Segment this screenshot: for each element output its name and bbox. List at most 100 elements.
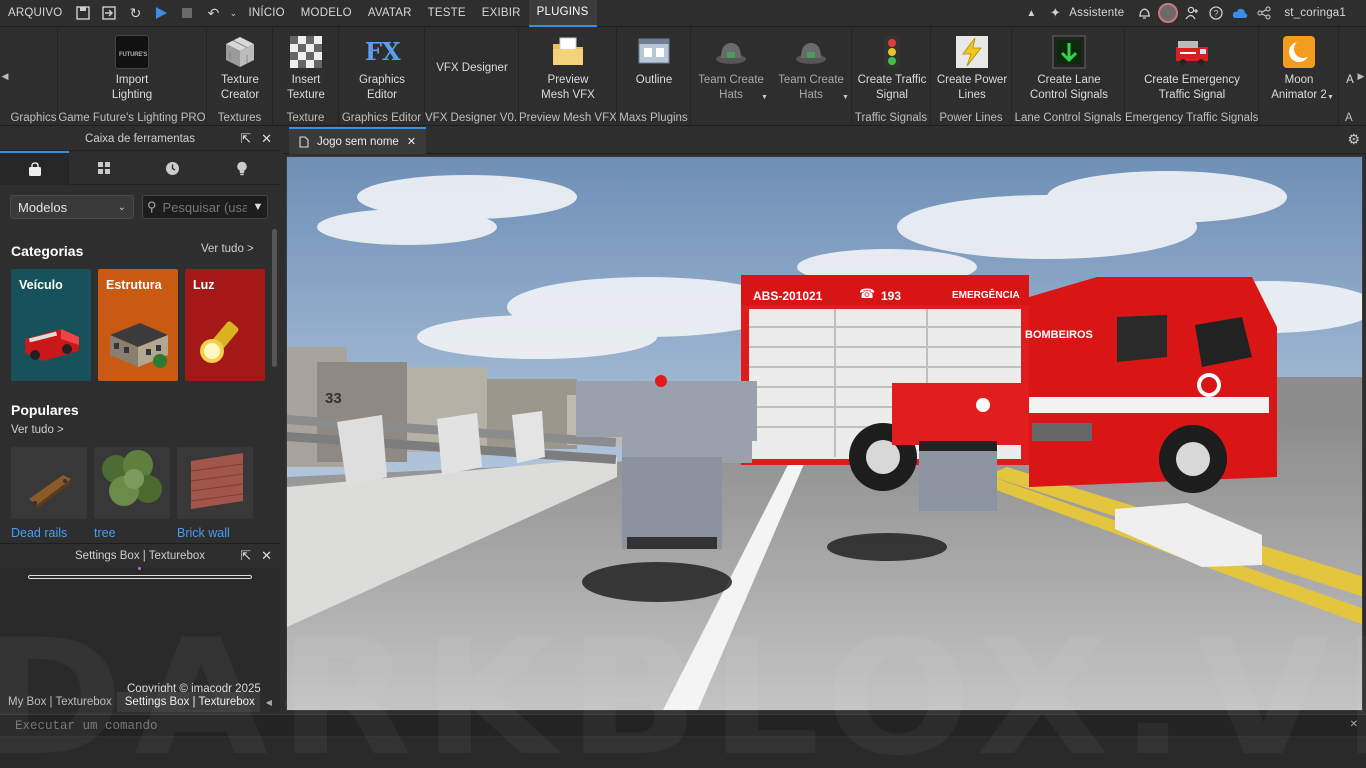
menu-tab-inicio[interactable]: INÍCIO [240,0,292,27]
tool-label: Create Lane Control Signals [1030,74,1108,101]
outline-window-icon [637,35,671,69]
close-icon[interactable]: ✕ [261,127,272,151]
close-tab-icon[interactable]: ✕ [407,135,416,148]
menu-tab-plugins[interactable]: PLUGINS [528,0,597,27]
close-icon[interactable]: ✕ [261,544,272,568]
tab-inventory[interactable] [69,151,138,185]
filter-icon[interactable]: ▼ [253,201,264,213]
tab-scroll-left-icon[interactable]: ◀ [266,698,272,707]
group-label: Graphics Editor [341,112,422,124]
popular-see-all-link[interactable]: Ver tudo > [11,424,64,436]
outline-button[interactable]: Outline [624,35,684,88]
undo-icon[interactable]: ↶ [200,0,226,27]
fire-truck-thumbnail [25,329,79,361]
notification-bell-icon[interactable] [1132,0,1156,27]
clock-icon [166,161,179,175]
tab-my-box[interactable]: My Box | Texturebox [0,692,117,712]
vfx-designer-button[interactable]: VFX Designer [429,61,515,76]
create-traffic-signal-button[interactable]: Create Traffic Signal [854,35,930,103]
search-box[interactable]: ⚲ ▼ [142,195,268,219]
cloud-icon[interactable] [1228,0,1252,27]
insert-texture-button[interactable]: Insert Texture [276,35,336,103]
create-emergency-traffic-signal-button[interactable]: Create Emergency Traffic Signal [1132,35,1252,103]
group-label: Power Lines [939,112,1003,124]
dropdown-caret-icon[interactable]: ▼ [761,94,768,101]
tool-label: Create Traffic Signal [857,74,927,101]
username-label[interactable]: st_coringa1 [1276,0,1354,27]
import-lighting-button[interactable]: FUTURE'S Import Lighting [92,35,172,103]
undock-icon[interactable]: ⇱ [240,544,251,568]
team-create-hats-button[interactable]: Team Create Hats [695,35,767,103]
menu-tab-exibir[interactable]: EXIBIR [474,0,529,27]
create-power-lines-button[interactable]: Create Power Lines [933,35,1011,103]
category-card-veiculo[interactable]: Veículo [11,269,91,381]
cube-icon [223,35,257,69]
stop-icon[interactable] [174,0,200,27]
settings-slider[interactable] [28,575,252,579]
menu-tab-teste[interactable]: TESTE [420,0,474,27]
tab-jogo-sem-nome[interactable]: Jogo sem nome ✕ [289,127,427,154]
texture-creator-button[interactable]: Texture Creator [210,35,270,103]
tab-creations[interactable] [207,151,276,185]
3d-viewport[interactable]: 33 ABS-201021 ☎ 193 EMERGÊNCIA BOMBEIROS [286,156,1363,711]
toolbox-title: Caixa de ferramentas [85,133,195,145]
group-overflow: A A [1339,27,1356,126]
ribbon-scroll-left-icon[interactable]: ◀ [0,27,10,126]
settings-title: Settings Box | Texturebox [75,550,205,562]
item-label: Dead rails [11,526,68,540]
collapse-ribbon-icon[interactable]: ▲ [1019,0,1043,27]
tool-label: Outline [635,74,673,86]
lightning-icon [955,35,989,69]
group-maxs-plugins: Outline Maxs Plugins [617,27,691,126]
team-create-hats-button-2[interactable]: Team Create Hats [775,35,847,103]
categories-title: Categorias [11,243,84,259]
gear-icon[interactable]: ⚙ [1347,131,1360,148]
moon-animator-button[interactable]: Moon Animator 2 [1265,35,1333,103]
avatar[interactable] [1156,0,1180,27]
more-chevron-icon[interactable]: ⌄ [226,0,240,27]
category-card-estrutura[interactable]: Estrutura [98,269,178,381]
group-label: Texture [286,112,325,124]
chevron-down-icon: ⌄ [117,201,126,213]
document-tabs: Jogo sem nome ✕ ⚙ [283,127,1366,154]
file-menu[interactable]: ARQUIVO [0,0,70,27]
publish-icon[interactable] [96,0,122,27]
category-dropdown[interactable]: Modelos ⌄ [10,195,134,219]
lane-arrow-icon [1052,35,1086,69]
redo-arrow-icon[interactable]: ↻ [122,0,148,27]
tab-settings-box[interactable]: Settings Box | Texturebox [116,692,260,712]
popular-item-tree[interactable]: tree [94,447,170,540]
graphics-editor-button[interactable]: FX Graphics Editor [347,35,417,103]
help-icon[interactable]: ? [1204,0,1228,27]
play-icon[interactable] [148,0,174,27]
undock-icon[interactable]: ⇱ [240,127,251,151]
close-icon[interactable]: ✕ [1350,719,1358,730]
save-icon[interactable] [70,0,96,27]
sparkle-icon[interactable]: ✦ [1043,0,1067,27]
search-input[interactable] [162,199,247,215]
categories-see-all-link[interactable]: Ver tudo > [201,243,254,255]
popular-item-brick-wall[interactable]: Brick wall [177,447,253,540]
group-preview-mesh-vfx: Preview Mesh VFX Preview Mesh VFX [519,27,617,126]
share-icon[interactable] [1252,0,1276,27]
command-input[interactable] [0,718,1320,733]
toolbox-scrollbar[interactable] [272,229,277,367]
group-vfx-designer: VFX Designer VFX Designer V0.1 [425,27,519,126]
tab-marketplace[interactable] [0,151,69,185]
moon-icon [1282,35,1316,69]
menu-tab-modelo[interactable]: MODELO [293,0,360,27]
ribbon-scroll-right-icon[interactable]: ▶ [1356,27,1366,126]
tab-recent[interactable] [138,151,207,185]
preview-mesh-vfx-button[interactable]: Preview Mesh VFX [528,35,608,103]
create-lane-control-signals-button[interactable]: Create Lane Control Signals [1019,35,1119,103]
group-label: Graphics [10,112,57,124]
assistant-button[interactable]: Assistente [1067,0,1132,27]
building-thumbnail [110,323,168,368]
category-card-luz[interactable]: Luz [185,269,265,381]
menu-tab-avatar[interactable]: AVATAR [360,0,420,27]
popular-item-dead-rails[interactable]: Dead rails [11,447,87,540]
dropdown-caret-icon[interactable]: ▼ [1327,94,1334,101]
overflow-tool[interactable]: A [1345,73,1355,88]
dropdown-caret-icon[interactable]: ▼ [842,94,849,101]
add-user-icon[interactable] [1180,0,1204,27]
